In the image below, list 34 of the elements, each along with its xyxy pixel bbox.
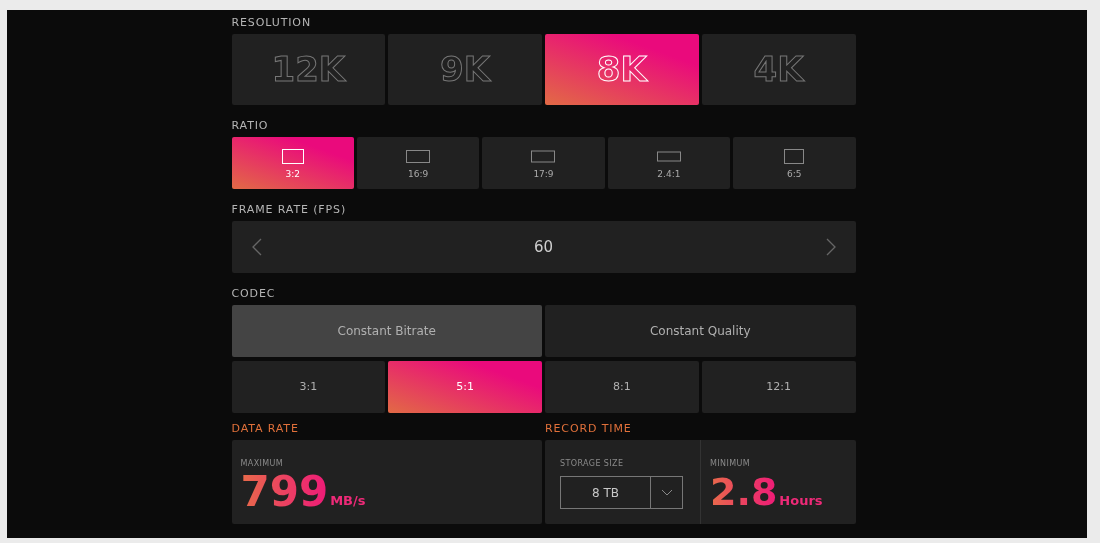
frame-rate-value: 60 bbox=[533, 236, 554, 258]
chevron-left-icon[interactable] bbox=[251, 238, 262, 256]
chevron-down-icon bbox=[660, 489, 673, 496]
section-label: FRAME RATE (FPS) bbox=[231, 204, 347, 215]
compression-option[interactable]: 3:1 bbox=[231, 361, 386, 413]
frame-icon bbox=[530, 147, 557, 165]
resolution-option[interactable]: 4K bbox=[701, 34, 856, 105]
frame-icon bbox=[405, 147, 432, 165]
section-label: CODEC bbox=[231, 288, 276, 299]
section-label: RESOLUTION bbox=[231, 17, 312, 28]
codec-mode-option[interactable]: Constant Quality bbox=[545, 305, 856, 357]
compression-option[interactable]: 8:1 bbox=[545, 361, 699, 413]
caption: STORAGE SIZE bbox=[560, 458, 624, 470]
section-label: RATIO bbox=[231, 120, 269, 131]
ratio-option[interactable]: 6:5 bbox=[733, 137, 856, 189]
resolution-option[interactable]: 12K bbox=[231, 34, 386, 105]
storage-dropdown[interactable]: 8 TB bbox=[560, 476, 683, 509]
compression-option[interactable]: 5:1 bbox=[388, 361, 542, 413]
codec-mode-option[interactable]: Constant Bitrate bbox=[231, 305, 542, 357]
section-label: DATA RATE bbox=[231, 423, 299, 434]
section-label: RECORD TIME bbox=[545, 423, 632, 434]
resolution-option[interactable]: 8K bbox=[545, 34, 699, 105]
ratio-option[interactable]: 17:9 bbox=[482, 137, 605, 189]
chevron-right-icon[interactable] bbox=[825, 238, 836, 256]
unit-label: Hours bbox=[779, 491, 823, 510]
resolution-option[interactable]: 9K bbox=[388, 34, 542, 105]
caption: MINIMUM bbox=[710, 458, 751, 470]
ratio-option[interactable]: 2.4:1 bbox=[607, 137, 731, 189]
compression-option[interactable]: 12:1 bbox=[701, 361, 856, 413]
unit-label: MB/s bbox=[330, 491, 366, 510]
ratio-option[interactable]: 3:2 bbox=[231, 137, 354, 189]
frame-icon bbox=[279, 147, 306, 165]
ratio-option[interactable]: 16:9 bbox=[356, 137, 480, 189]
caption: MAXIMUM bbox=[240, 458, 284, 470]
